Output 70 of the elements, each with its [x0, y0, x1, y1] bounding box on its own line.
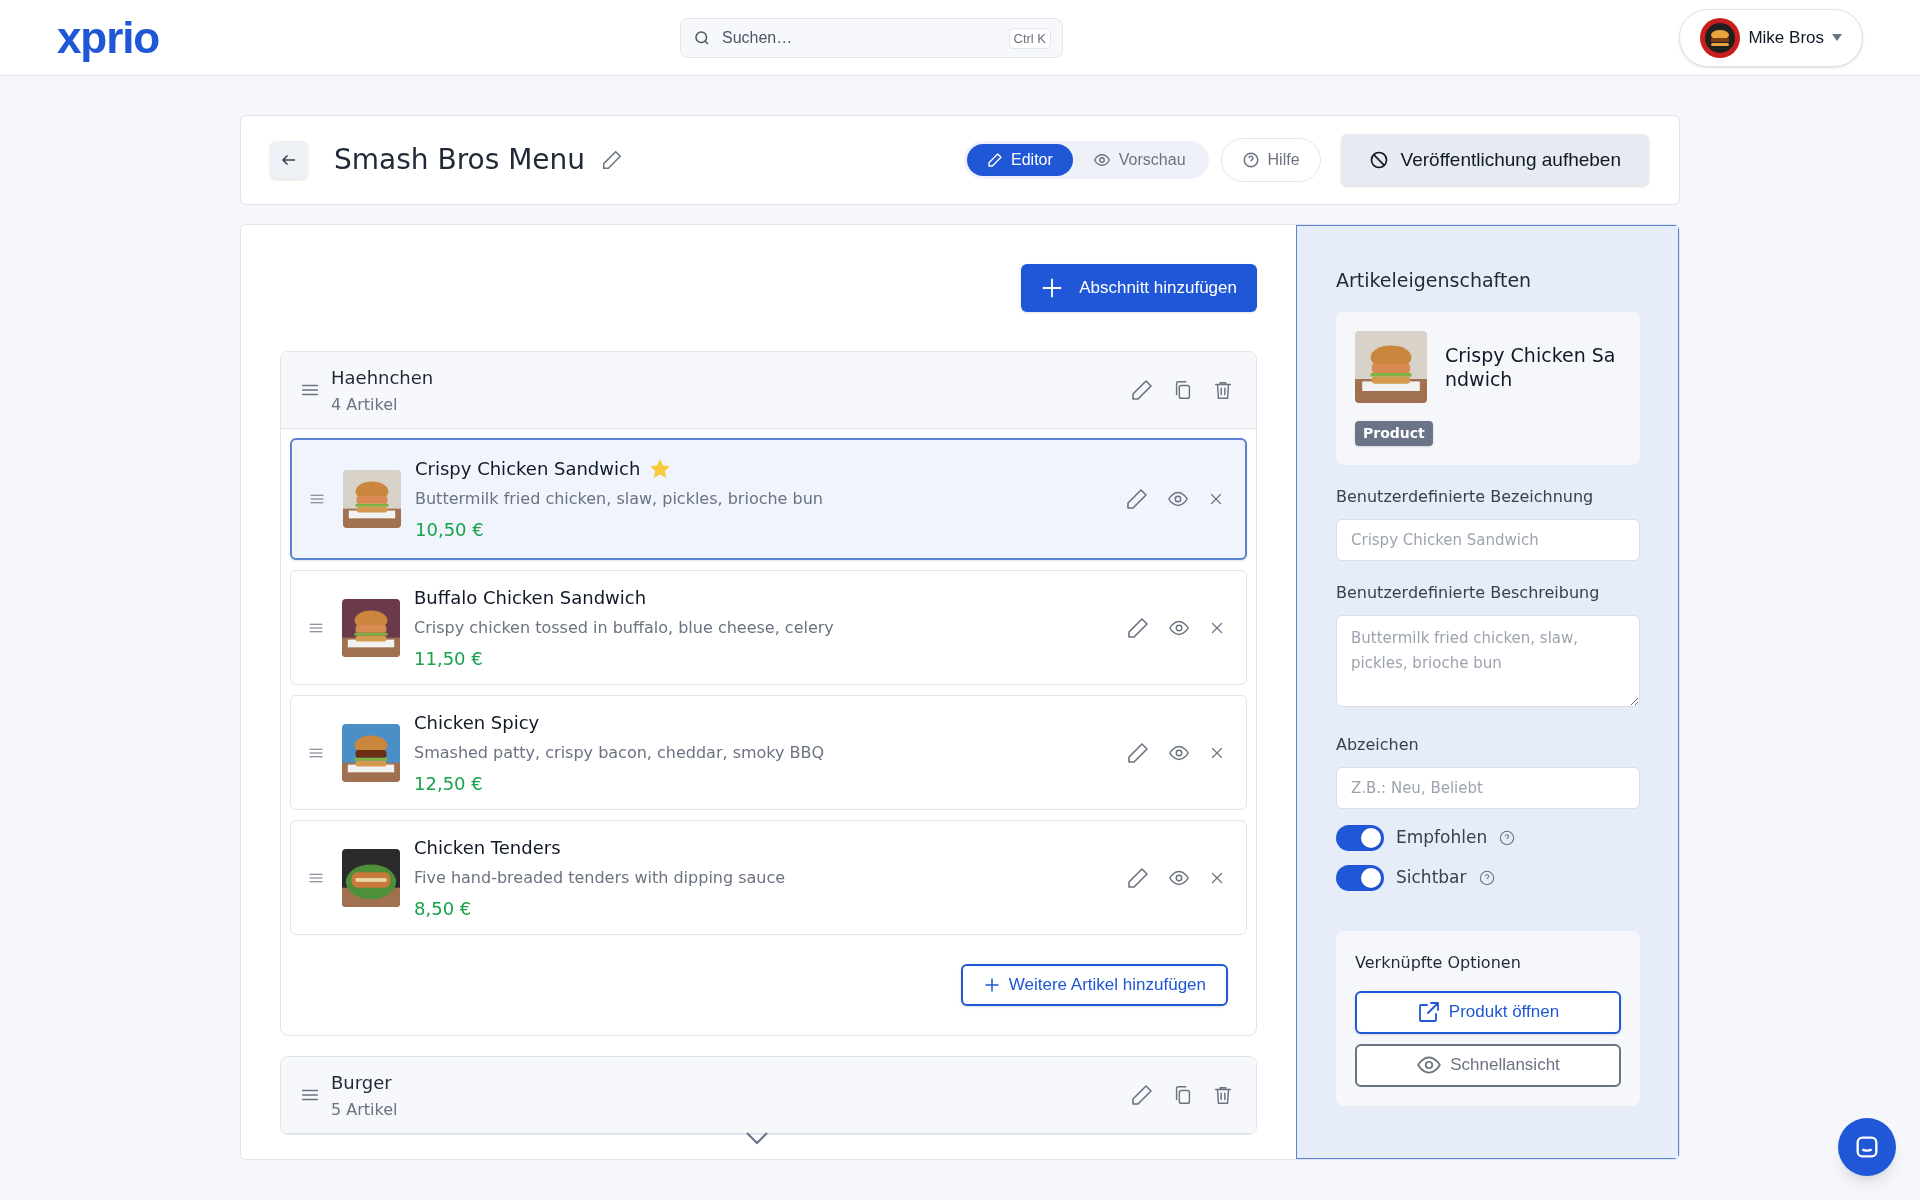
delete-icon[interactable] — [1212, 1084, 1234, 1106]
back-button[interactable] — [270, 141, 308, 179]
scroll-down-chevron-icon[interactable] — [746, 1131, 768, 1145]
unpublish-button[interactable]: Veröffentlichung aufheben — [1340, 134, 1649, 186]
toggle-switch[interactable] — [1336, 864, 1384, 891]
edit-icon[interactable] — [1126, 740, 1150, 765]
text-field[interactable]: Z.B.: Neu, Beliebt — [1336, 766, 1640, 809]
quick-view-button[interactable]: Schnellansicht — [1355, 1043, 1621, 1087]
menu-title: Smash Bros Menu — [334, 142, 586, 178]
help-icon[interactable] — [1499, 829, 1516, 846]
description-field[interactable]: Buttermilk fried chicken, slaw, pickles, brioche bun — [1336, 614, 1640, 707]
edit-icon[interactable] — [1130, 378, 1154, 402]
item-price: 12,50 € — [414, 771, 484, 796]
logo[interactable]: xprio — [57, 15, 680, 60]
toggle-label: Sichtbar — [1396, 865, 1467, 889]
help-button[interactable]: Hilfe — [1220, 138, 1321, 182]
add-section-button[interactable]: Abschnitt hinzufügen — [1021, 264, 1257, 312]
pencil-icon[interactable] — [601, 149, 624, 171]
toggle-label: Empfohlen — [1396, 825, 1488, 849]
prohibited-icon — [1368, 150, 1389, 170]
item-name: Chicken Spicy — [414, 710, 540, 735]
open-product-button[interactable]: Produkt öffnen — [1355, 990, 1621, 1034]
search-icon — [693, 28, 711, 47]
item-description: Crispy chicken tossed in buffalo, blue cheese, celery — [414, 616, 834, 639]
caret-icon — [1832, 33, 1842, 42]
item-name: Buffalo Chicken Sandwich — [414, 585, 647, 610]
section-title: Haehnchen — [331, 365, 434, 390]
eye-icon — [1092, 151, 1111, 169]
mode-tab[interactable]: Vorschau — [1072, 144, 1206, 176]
toggle-switch[interactable] — [1336, 824, 1384, 851]
plus-icon — [982, 976, 1001, 994]
edit-icon[interactable] — [1126, 615, 1150, 640]
text-field[interactable]: Crispy Chicken Sandwich — [1336, 518, 1640, 561]
delete-icon[interactable] — [1212, 379, 1234, 401]
edit-icon[interactable] — [1125, 487, 1149, 511]
avatar — [1700, 17, 1741, 58]
item-name: Chicken Tenders — [414, 835, 561, 860]
help-icon — [1241, 151, 1260, 169]
help-icon[interactable] — [1478, 869, 1495, 886]
user-menu[interactable]: Mike Bros — [1679, 8, 1863, 67]
item-price: 11,50 € — [414, 646, 484, 671]
item-description: Smashed patty, crispy bacon, cheddar, smoky BBQ — [414, 741, 825, 764]
item-price: 8,50 € — [414, 896, 473, 921]
mode-tab[interactable]: Editor — [967, 144, 1073, 176]
plus-icon — [1041, 277, 1064, 299]
menu-item-row[interactable]: Buffalo Chicken Sandwich Crispy chicken tossed in buffalo, blue cheese, celery 11,50 € — [290, 570, 1247, 685]
pencil-icon — [987, 152, 1003, 168]
panel-title: Artikeleigenschaften — [1336, 268, 1533, 293]
edit-icon[interactable] — [1130, 1083, 1154, 1107]
add-items-button[interactable]: Weitere Artikel hinzufügen — [960, 964, 1228, 1006]
product-name: Crispy Chicken Sandwich — [1445, 342, 1617, 391]
item-name: Crispy Chicken Sandwich — [415, 457, 641, 481]
user-name: Mike Bros — [1748, 26, 1824, 49]
menu-item-row[interactable]: Chicken Spicy Smashed patty, crispy bacon, cheddar, smoky BBQ 12,50 € — [290, 695, 1247, 810]
item-description: Five hand-breaded tenders with dipping sauce — [414, 866, 786, 889]
field-label: Benutzerdefinierte Beschreibung — [1336, 581, 1601, 604]
edit-icon[interactable] — [1126, 865, 1150, 890]
product-tag: Product — [1355, 420, 1433, 446]
chat-button[interactable] — [1838, 1118, 1896, 1176]
item-description: Buttermilk fried chicken, slaw, pickles, brioche bun — [415, 488, 823, 510]
menu-item-row[interactable]: Chicken Tenders Five hand-breaded tenders with dipping sauce 8,50 € — [290, 820, 1247, 935]
item-count: 4 Artikel — [331, 393, 399, 416]
menu-item-row[interactable]: Crispy Chicken Sandwich Buttermilk fried chicken, slaw, pickles, brioche bun 10,50 € — [290, 438, 1247, 560]
field-label: Benutzerdefinierte Bezeichnung — [1336, 485, 1595, 508]
external-link-icon — [1416, 1000, 1441, 1024]
field-label: Abzeichen — [1336, 733, 1420, 756]
section-title: Burger — [331, 1070, 393, 1095]
card-title: Verknüpfte Optionen — [1355, 951, 1522, 974]
item-price: 10,50 € — [415, 518, 485, 542]
item-count: 5 Artikel — [331, 1098, 398, 1121]
